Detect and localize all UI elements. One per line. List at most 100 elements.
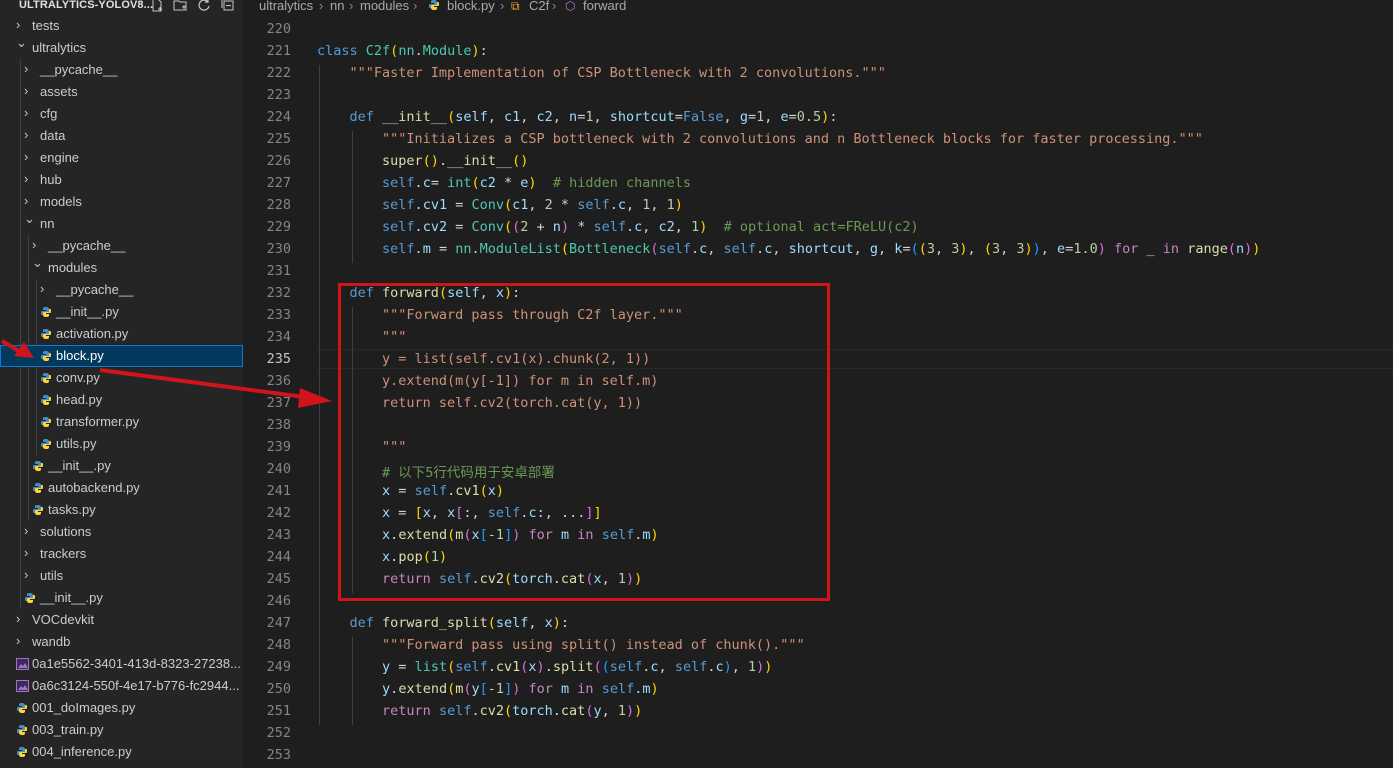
tree-item-utils-py[interactable]: utils.py [0, 433, 243, 455]
chevron-right-icon: › [24, 127, 29, 142]
tree-item-init-py[interactable]: __init__.py [0, 301, 243, 323]
collapse-all-icon[interactable] [221, 0, 235, 16]
line-number: 235 [266, 351, 291, 367]
line-number: 248 [266, 637, 291, 653]
python-file-icon [16, 746, 28, 758]
tree-item-head-py[interactable]: head.py [0, 389, 243, 411]
tree-item-label: 0a6c3124-550f-4e17-b776-fc2944... [32, 678, 240, 693]
python-file-icon [16, 724, 28, 736]
refresh-icon[interactable] [197, 0, 211, 16]
tree-item-0a1e5562-3401-413d-8323-27238[interactable]: 0a1e5562-3401-413d-8323-27238... [0, 653, 243, 675]
tree-item-label: head.py [56, 392, 103, 407]
tree-item-assets[interactable]: › assets [0, 81, 243, 103]
tree-item-block-py[interactable]: block.py [0, 345, 243, 367]
breadcrumb-separator: › [552, 0, 557, 13]
tree-item-ultralytics[interactable]: ⌄ ultralytics [0, 35, 243, 59]
code-line: """Forward pass using split() instead of… [317, 637, 805, 653]
code-editor[interactable]: 220 221 222 223 224 225 226 227 228 229 230 231 232 2… [243, 14, 1393, 768]
tree-item-001-doimages-py[interactable]: 001_doImages.py [0, 697, 243, 719]
class-symbol-icon: ⧉ [511, 0, 520, 13]
line-number: 228 [266, 197, 291, 213]
line-number: 221 [266, 43, 291, 59]
tree-item-0a6c3124-550f-4e17-b776-fc2944[interactable]: 0a6c3124-550f-4e17-b776-fc2944... [0, 675, 243, 697]
tree-item-label: conv.py [56, 370, 100, 385]
code-line: # 以下5行代码用于安卓部署 [317, 465, 555, 481]
tree-item-004-inference-py[interactable]: 004_inference.py [0, 741, 243, 763]
line-number: 239 [266, 439, 291, 455]
tree-item-models[interactable]: › models [0, 191, 243, 213]
tree-item-tasks-py[interactable]: tasks.py [0, 499, 243, 521]
tree-item-init-py[interactable]: __init__.py [0, 587, 243, 609]
python-file-icon [428, 0, 440, 14]
explorer-title: ULTRALYTICS-YOLOV8... [19, 0, 154, 11]
python-file-icon [40, 416, 52, 428]
line-number: 243 [266, 527, 291, 543]
breadcrumb-separator: › [319, 0, 324, 13]
line-number: 238 [266, 417, 291, 433]
tree-item-wandb[interactable]: › wandb [0, 631, 243, 653]
tree-item-nn[interactable]: ⌄ nn [0, 211, 243, 235]
new-folder-icon[interactable] [173, 0, 188, 16]
tree-item-trackers[interactable]: › trackers [0, 543, 243, 565]
python-file-icon [40, 438, 52, 450]
tree-item-label: tests [32, 18, 60, 33]
line-number: 230 [266, 241, 291, 257]
python-file-icon [40, 372, 52, 384]
new-file-icon[interactable] [150, 0, 164, 16]
tree-item-engine[interactable]: › engine [0, 147, 243, 169]
line-number: 234 [266, 329, 291, 345]
chevron-down-icon: ⌄ [32, 255, 43, 270]
code-line: class C2f(nn.Module): [317, 43, 488, 59]
tree-item-label: transformer.py [56, 414, 140, 429]
line-number: 229 [266, 219, 291, 235]
tree-item-utils[interactable]: › utils [0, 565, 243, 587]
tree-item-cfg[interactable]: › cfg [0, 103, 243, 125]
line-number: 251 [266, 703, 291, 719]
chevron-right-icon: › [32, 237, 37, 252]
tree-item-label: __init__.py [56, 304, 119, 319]
code-line: """Initializes a CSP bottleneck with 2 c… [317, 131, 1203, 147]
tree-item-tests[interactable]: › tests [0, 15, 243, 37]
code-line: """ [317, 329, 407, 345]
tree-item-solutions[interactable]: › solutions [0, 521, 243, 543]
code-line: super().__init__() [382, 153, 529, 169]
tree-item-label: __init__.py [40, 590, 103, 605]
tree-item-label: trackers [40, 546, 87, 561]
tree-item-label: autobackend.py [48, 480, 140, 495]
tree-item-modules[interactable]: ⌄ modules [0, 255, 243, 279]
breadcrumb-forward[interactable]: forward [583, 0, 626, 13]
breadcrumb-nn[interactable]: nn [330, 0, 344, 13]
chevron-right-icon: › [24, 193, 29, 208]
line-number: 231 [266, 263, 291, 279]
tree-item-label: wandb [32, 634, 71, 649]
line-number: 223 [266, 87, 291, 103]
line-number: 220 [266, 21, 291, 37]
tree-item-activation-py[interactable]: activation.py [0, 323, 243, 345]
breadcrumb-ultralytics[interactable]: ultralytics [259, 0, 313, 13]
tree-item-003-train-py[interactable]: 003_train.py [0, 719, 243, 741]
tree-item-label: __init__.py [48, 458, 111, 473]
code-line: self.m = nn.ModuleList(Bottleneck(self.c… [382, 241, 1261, 257]
breadcrumb-separator: › [413, 0, 418, 13]
tree-item-pycache[interactable]: › __pycache__ [0, 59, 243, 81]
breadcrumb-block-py[interactable]: block.py [447, 0, 495, 13]
tree-item-init-py[interactable]: __init__.py [0, 455, 243, 477]
indent-guide [319, 65, 320, 725]
tree-item-label: solutions [40, 524, 92, 539]
tree-item-vocdevkit[interactable]: › VOCdevkit [0, 609, 243, 631]
tree-item-conv-py[interactable]: conv.py [0, 367, 243, 389]
code-line: """Faster Implementation of CSP Bottlene… [317, 65, 886, 81]
tree-item-pycache[interactable]: › __pycache__ [0, 279, 243, 301]
chevron-down-icon: ⌄ [16, 35, 27, 50]
tree-item-transformer-py[interactable]: transformer.py [0, 411, 243, 433]
line-number: 241 [266, 483, 291, 499]
code-line: x = [x, x[:, self.c:, ...]] [382, 505, 602, 521]
tree-item-label: cfg [40, 106, 58, 121]
tree-item-pycache[interactable]: › __pycache__ [0, 235, 243, 257]
tree-item-autobackend-py[interactable]: autobackend.py [0, 477, 243, 499]
tree-item-hub[interactable]: › hub [0, 169, 243, 191]
python-file-icon [40, 306, 52, 318]
breadcrumb-modules[interactable]: modules [360, 0, 409, 13]
breadcrumb-c2f[interactable]: C2f [529, 0, 549, 13]
tree-item-data[interactable]: › data [0, 125, 243, 147]
